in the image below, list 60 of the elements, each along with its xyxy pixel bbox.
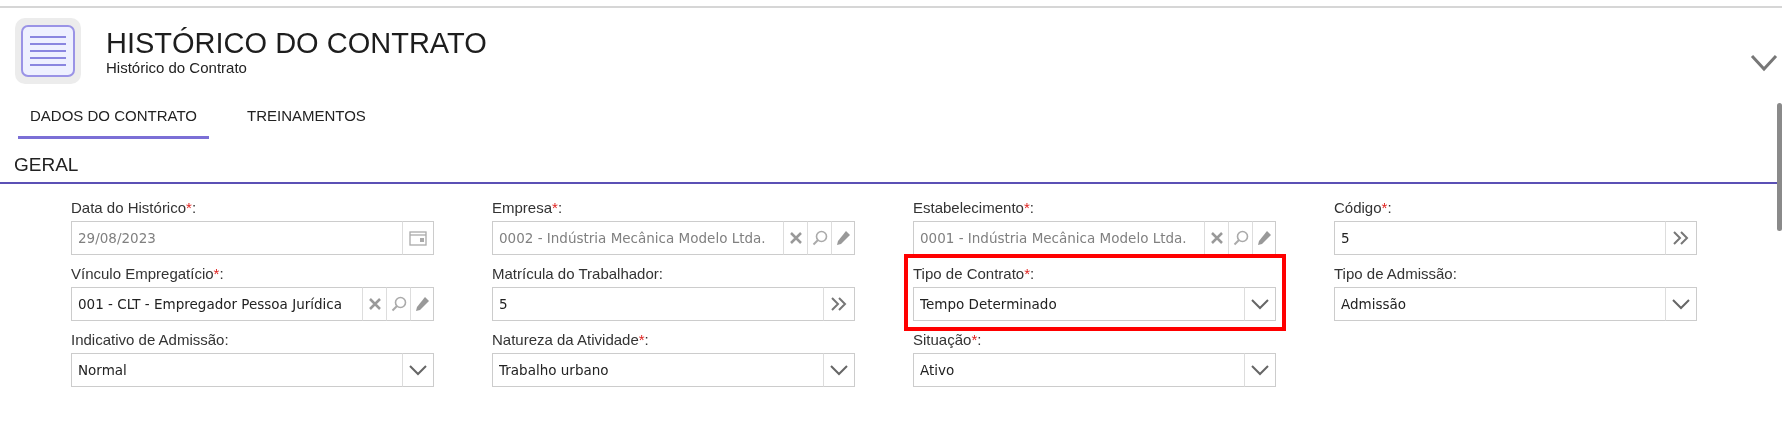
pencil-button[interactable] <box>410 287 434 321</box>
clear-icon <box>787 230 804 246</box>
input-field[interactable]: 5 <box>1334 221 1665 255</box>
document-list-icon <box>15 18 81 84</box>
search-icon <box>1232 230 1249 246</box>
double-chevron-right-icon <box>1672 230 1690 246</box>
calendar-icon <box>409 230 427 246</box>
calendar-button[interactable] <box>402 221 434 255</box>
dropdown-field[interactable]: Admissão <box>1334 287 1665 321</box>
field-label: Estabelecimento*: <box>913 198 1035 218</box>
chevron-down-button[interactable] <box>823 353 855 387</box>
field-label: Código*: <box>1334 198 1393 218</box>
pencil-icon <box>414 296 430 312</box>
chevron-down-button[interactable] <box>1244 353 1276 387</box>
clear-button[interactable] <box>1204 221 1228 255</box>
pencil-button[interactable] <box>831 221 855 255</box>
clear-icon <box>1208 230 1225 246</box>
page-title: HISTÓRICO DO CONTRATO <box>106 27 487 59</box>
chevron-down-icon <box>830 362 848 378</box>
field-label: Data do Histórico*: <box>71 198 198 218</box>
tab[interactable]: DADOS DO CONTRATO <box>18 99 209 139</box>
input-field[interactable]: 001 - CLT - Empregador Pessoa Jurídica <box>71 287 362 321</box>
field-label: Situação*: <box>913 330 983 350</box>
chevron-down-icon <box>1251 362 1269 378</box>
search-icon <box>811 230 828 246</box>
chevron-down-icon[interactable] <box>1750 54 1778 72</box>
field-label: Empresa*: <box>492 198 564 218</box>
field-label: Natureza da Atividade*: <box>492 330 650 350</box>
double-chevron-right-button[interactable] <box>823 287 855 321</box>
search-button[interactable] <box>386 287 410 321</box>
clear-icon <box>366 296 383 312</box>
input-field[interactable]: 5 <box>492 287 823 321</box>
pencil-button[interactable] <box>1252 221 1276 255</box>
tab[interactable]: TREINAMENTOS <box>234 99 378 139</box>
double-chevron-right-button[interactable] <box>1665 221 1697 255</box>
dropdown-field[interactable]: Normal <box>71 353 402 387</box>
dropdown-field[interactable]: Ativo <box>913 353 1244 387</box>
field-label: Vínculo Empregatício*: <box>71 264 225 284</box>
pencil-icon <box>835 230 851 246</box>
chevron-down-button[interactable] <box>1665 287 1697 321</box>
clear-button[interactable] <box>783 221 807 255</box>
clear-button[interactable] <box>362 287 386 321</box>
dropdown-field[interactable]: Tempo Determinado <box>913 287 1244 321</box>
chevron-down-button[interactable] <box>402 353 434 387</box>
chevron-down-icon <box>1672 296 1690 312</box>
page-subtitle: Histórico do Contrato <box>106 59 248 76</box>
dropdown-field[interactable]: Trabalho urbano <box>492 353 823 387</box>
chevron-down-icon <box>1251 296 1269 312</box>
search-button[interactable] <box>807 221 831 255</box>
double-chevron-right-icon <box>830 296 848 312</box>
chevron-down-button[interactable] <box>1244 287 1276 321</box>
search-button[interactable] <box>1228 221 1252 255</box>
field-label: Tipo de Admissão: <box>1334 264 1458 284</box>
field-label: Matrícula do Trabalhador: <box>492 264 664 284</box>
scrollbar[interactable] <box>1777 103 1782 231</box>
search-icon <box>390 296 407 312</box>
field-label: Tipo de Contrato*: <box>913 264 1036 284</box>
chevron-down-icon <box>409 362 427 378</box>
field-label: Indicativo de Admissão: <box>71 330 230 350</box>
pencil-icon <box>1256 230 1272 246</box>
